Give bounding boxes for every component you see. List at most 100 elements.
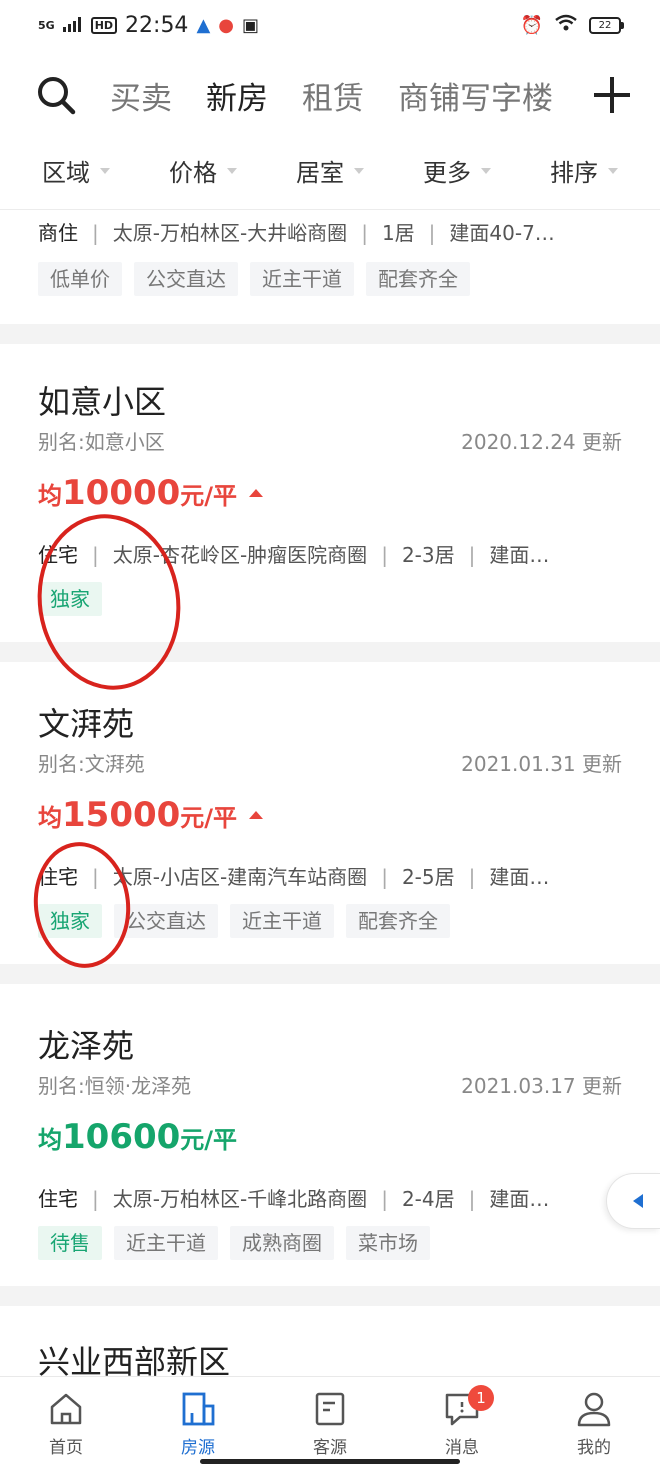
home-icon bbox=[50, 1393, 82, 1425]
bottom-nav-listings[interactable]: 房源 bbox=[148, 1389, 248, 1467]
tag-list: 低单价 公交直达 近主干道 配套齐全 bbox=[38, 262, 622, 296]
listing-location: 太原-杏花岭区-肿瘤医院商圈 bbox=[112, 543, 368, 567]
bottom-nav-label: 消息 bbox=[445, 1438, 479, 1458]
tag-exclusive: 独家 bbox=[38, 582, 102, 616]
chevron-down-icon bbox=[481, 167, 491, 174]
building-icon bbox=[182, 1392, 215, 1426]
tag-exclusive: 独家 bbox=[38, 904, 102, 938]
bottom-nav-profile[interactable]: 我的 bbox=[544, 1389, 644, 1467]
listing-info: 住宅 | 太原-杏花岭区-肿瘤医院商圈 | 2-3居 | 建面… bbox=[38, 540, 622, 570]
tag: 近主干道 bbox=[114, 1226, 218, 1260]
listing-meta: 别名:恒领·龙泽苑 2021.03.17 更新 bbox=[38, 1072, 622, 1100]
bottom-nav-label: 首页 bbox=[49, 1438, 83, 1458]
app-notification-icon-3: ▣ bbox=[242, 14, 260, 36]
tag: 低单价 bbox=[38, 262, 122, 296]
listing-area: 建面… bbox=[489, 1187, 550, 1211]
tag: 成熟商圈 bbox=[230, 1226, 334, 1260]
unread-badge: 1 bbox=[468, 1385, 494, 1411]
property-type: 住宅 bbox=[38, 1187, 78, 1211]
filter-price[interactable]: 价格 bbox=[149, 153, 257, 188]
chevron-down-icon bbox=[227, 167, 237, 174]
chevron-left-icon bbox=[632, 1194, 643, 1208]
filter-region[interactable]: 区域 bbox=[22, 153, 130, 188]
top-nav: 买卖 新房 租赁 商铺写字楼 bbox=[0, 58, 660, 132]
listing-area: 建面… bbox=[489, 543, 550, 567]
filter-label: 更多 bbox=[423, 159, 471, 187]
listing-updated: 2021.03.17 更新 bbox=[461, 1074, 622, 1098]
filter-label: 居室 bbox=[296, 159, 344, 187]
bottom-nav-home[interactable]: 首页 bbox=[16, 1389, 116, 1467]
tag: 近主干道 bbox=[230, 904, 334, 938]
add-icon[interactable] bbox=[594, 77, 630, 113]
listing-rooms: 1居 bbox=[381, 221, 415, 245]
property-type: 住宅 bbox=[38, 865, 78, 889]
tab-buy-sell[interactable]: 买卖 bbox=[110, 73, 172, 118]
price-up-icon bbox=[249, 489, 264, 497]
filter-sort[interactable]: 排序 bbox=[530, 153, 638, 188]
bottom-nav-label: 房源 bbox=[181, 1438, 215, 1458]
user-icon bbox=[577, 1392, 611, 1427]
listing-updated: 2021.01.31 更新 bbox=[461, 752, 622, 776]
listing-title: 龙泽苑 bbox=[38, 1027, 135, 1065]
search-icon[interactable] bbox=[36, 75, 76, 115]
chevron-down-icon bbox=[100, 167, 110, 174]
listing-area: 建面… bbox=[489, 865, 550, 889]
tab-rental[interactable]: 租赁 bbox=[302, 73, 364, 118]
wifi-icon bbox=[555, 13, 577, 38]
bottom-nav-label: 客源 bbox=[313, 1438, 347, 1458]
listing-alias: 别名:如意小区 bbox=[38, 430, 165, 454]
tag-list: 待售 近主干道 成熟商圈 菜市场 bbox=[38, 1226, 622, 1260]
listing-location: 太原-万柏林区-大井峪商圈 bbox=[112, 221, 348, 245]
app-notification-icon-2: ● bbox=[218, 14, 234, 36]
listing-card[interactable]: 文湃苑 别名:文湃苑 2021.01.31 更新 均 15000 元/平 住宅 | 太… bbox=[0, 662, 660, 964]
listing-alias: 别名:恒领·龙泽苑 bbox=[38, 1074, 192, 1098]
tab-commercial[interactable]: 商铺写字楼 bbox=[398, 73, 553, 118]
listing-card[interactable]: 商住 | 太原-万柏林区-大井峪商圈 | 1居 | 建面40-7… 低单价 公交直达 … bbox=[0, 210, 660, 324]
filter-more[interactable]: 更多 bbox=[403, 153, 511, 188]
listing-list: 商住 | 太原-万柏林区-大井峪商圈 | 1居 | 建面40-7… 低单价 公交直达 … bbox=[0, 210, 660, 1382]
listing-location: 太原-万柏林区-千峰北路商圈 bbox=[112, 1187, 368, 1211]
signal-icon: 5G bbox=[38, 18, 55, 32]
listing-card[interactable]: 如意小区 别名:如意小区 2020.12.24 更新 均 10000 元/平 住宅 |… bbox=[0, 344, 660, 642]
filter-label: 价格 bbox=[169, 159, 217, 187]
filter-bar: 区域 价格 居室 更多 排序 bbox=[0, 132, 660, 210]
side-drawer-handle[interactable] bbox=[606, 1173, 660, 1229]
listing-card[interactable]: 龙泽苑 别名:恒领·龙泽苑 2021.03.17 更新 均 10600 元/平 住宅… bbox=[0, 984, 660, 1286]
tag: 菜市场 bbox=[346, 1226, 430, 1260]
document-icon bbox=[315, 1392, 345, 1426]
bottom-nav-messages[interactable]: 1 消息 bbox=[412, 1385, 512, 1467]
signal-bars-icon bbox=[62, 13, 83, 38]
filter-label: 排序 bbox=[550, 159, 598, 187]
listing-price: 均 10600 元/平 bbox=[38, 1117, 238, 1157]
tag-list: 独家 bbox=[38, 582, 622, 616]
listing-rooms: 2-4居 bbox=[401, 1187, 455, 1211]
listing-title: 如意小区 bbox=[38, 383, 167, 421]
listing-info: 商住 | 太原-万柏林区-大井峪商圈 | 1居 | 建面40-7… bbox=[38, 218, 622, 248]
bottom-nav-label: 我的 bbox=[577, 1438, 611, 1458]
listing-info: 住宅 | 太原-小店区-建南汽车站商圈 | 2-5居 | 建面… bbox=[38, 862, 622, 892]
listing-alias: 别名:文湃苑 bbox=[38, 752, 145, 776]
listing-rooms: 2-3居 bbox=[401, 543, 455, 567]
status-right: ⏰ 22 bbox=[521, 13, 624, 38]
listing-card[interactable]: 兴业西部新区 bbox=[0, 1306, 660, 1382]
status-bar: 5G HD 22:54 ▲ ● ▣ ⏰ 22 bbox=[0, 0, 660, 50]
bottom-nav-clients[interactable]: 客源 bbox=[280, 1389, 380, 1467]
listing-meta: 别名:文湃苑 2021.01.31 更新 bbox=[38, 750, 622, 778]
chevron-down-icon bbox=[608, 167, 618, 174]
section-divider bbox=[0, 964, 660, 984]
tag: 近主干道 bbox=[250, 262, 354, 296]
tag: 公交直达 bbox=[134, 262, 238, 296]
section-divider bbox=[0, 324, 660, 344]
clock-time: 22:54 bbox=[125, 12, 189, 38]
listing-rooms: 2-5居 bbox=[401, 865, 455, 889]
home-indicator bbox=[200, 1459, 460, 1464]
app-notification-icon: ▲ bbox=[196, 14, 211, 36]
filter-rooms[interactable]: 居室 bbox=[276, 153, 384, 188]
section-divider bbox=[0, 1286, 660, 1306]
property-type: 住宅 bbox=[38, 543, 78, 567]
price-up-icon bbox=[249, 811, 264, 819]
property-type: 商住 bbox=[38, 221, 78, 245]
status-left: 5G HD 22:54 ▲ ● ▣ bbox=[38, 13, 259, 38]
tab-new-homes[interactable]: 新房 bbox=[206, 73, 268, 118]
listing-meta: 别名:如意小区 2020.12.24 更新 bbox=[38, 428, 622, 456]
